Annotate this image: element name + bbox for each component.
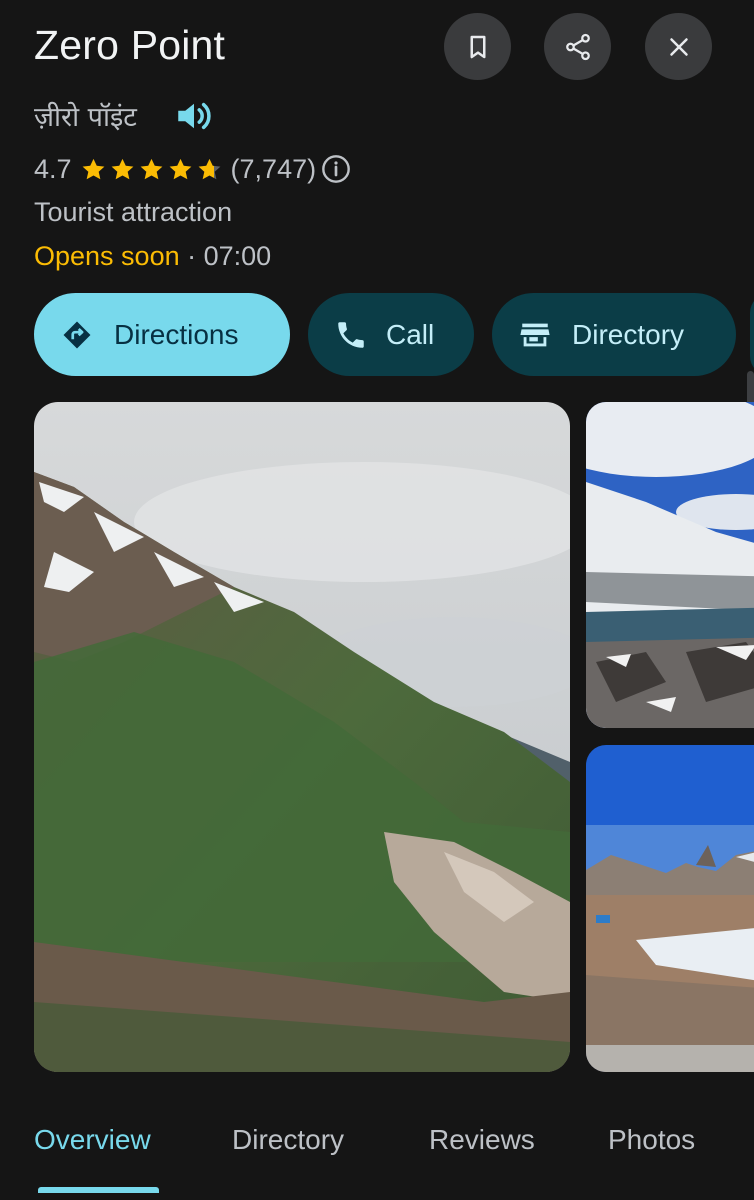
snow-valley-photo xyxy=(586,402,754,728)
tab-photos[interactable]: Photos xyxy=(608,1124,695,1156)
active-tab-indicator xyxy=(38,1187,159,1193)
directions-icon xyxy=(63,321,91,348)
directions-label: Directions xyxy=(114,318,239,350)
directions-button[interactable]: Directions xyxy=(34,293,290,376)
hours-status[interactable]: Opens soon · 07:00 xyxy=(34,241,271,272)
open-time: 07:00 xyxy=(203,241,272,271)
separator: · xyxy=(179,241,204,271)
save-button[interactable] xyxy=(444,13,511,80)
star-icon xyxy=(140,158,162,179)
photo-frozen-lake[interactable] xyxy=(586,745,754,1072)
directory-button[interactable]: Directory xyxy=(492,293,736,376)
rating-value: 4.7 xyxy=(34,153,72,184)
call-button[interactable]: Call xyxy=(308,293,474,376)
place-title: Zero Point xyxy=(34,22,226,68)
info-icon[interactable] xyxy=(320,153,352,185)
tab-overview[interactable]: Overview xyxy=(34,1124,151,1156)
place-category: Tourist attraction xyxy=(34,197,233,227)
tab-reviews[interactable]: Reviews xyxy=(429,1124,535,1156)
rating-row[interactable]: 4.7 (7,747) xyxy=(34,150,352,188)
share-icon xyxy=(565,33,590,60)
pronounce-button[interactable] xyxy=(173,95,215,137)
mountain-slope-photo xyxy=(34,402,570,1072)
speaker-icon xyxy=(178,102,211,130)
star-icon xyxy=(198,158,220,179)
tab-bar: Overview Directory Reviews Photos xyxy=(0,1110,754,1200)
phone-icon xyxy=(338,321,364,348)
star-icon xyxy=(82,158,104,179)
share-button[interactable] xyxy=(544,13,611,80)
more-actions-button[interactable] xyxy=(750,293,754,376)
tab-directory[interactable]: Directory xyxy=(232,1124,344,1156)
call-label: Call xyxy=(386,318,435,350)
reviews-count: (7,747) xyxy=(230,153,317,184)
photo-main[interactable] xyxy=(34,402,570,1072)
photo-snowy-river[interactable] xyxy=(586,402,754,728)
bookmark-icon xyxy=(470,35,485,58)
star-icon xyxy=(111,158,133,179)
star-icon xyxy=(169,158,191,179)
close-button[interactable] xyxy=(645,13,712,80)
storefront-icon xyxy=(520,323,550,346)
open-status: Opens soon xyxy=(34,241,180,271)
frozen-lake-photo xyxy=(586,745,754,1072)
star-rating xyxy=(80,156,225,183)
directory-label: Directory xyxy=(572,318,685,350)
local-name: ज़ीरो पॉइंट xyxy=(34,102,137,133)
close-icon xyxy=(669,37,688,56)
